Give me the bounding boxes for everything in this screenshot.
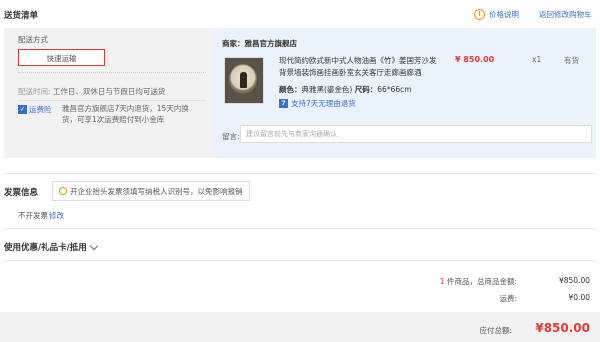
divider [18, 100, 206, 101]
goods-total-value: ¥850.00 [558, 276, 590, 285]
invoice-value: 不开发票 [18, 211, 48, 220]
info-icon: ! [474, 9, 485, 20]
coupon-title: 使用优惠/礼品卡/抵用 [4, 243, 87, 253]
shipping-time-value: 工作日、双休日与节假日均可送货 [52, 87, 166, 96]
shipping-fee-value: ¥0.00 [568, 293, 590, 302]
seller-name: 商家：雅昌官方旗舰店 [222, 39, 297, 48]
shipping-fee-label: 运费: [499, 294, 517, 303]
divider [4, 228, 596, 229]
stock-status: 有货 [564, 56, 579, 65]
price-help-link[interactable]: ! 价格说明 [474, 9, 519, 20]
payable-label: 应付总额: [479, 326, 512, 335]
divider [18, 72, 206, 73]
yunfeixian-link[interactable]: ✓ 运费险 [18, 104, 52, 115]
item-suffix: 件商品，总商品金额: [446, 277, 517, 286]
payable-value: ¥850.00 [535, 321, 590, 335]
price-help-label: 价格说明 [489, 10, 519, 19]
page-title: 送货清单 [4, 11, 39, 21]
return-label: 支持7天无理由退货 [291, 99, 356, 108]
item-count: 1 [439, 277, 445, 286]
spec-color: 典雅黑(鎏金色) [301, 85, 353, 94]
note-label: 留言: [222, 132, 240, 141]
goods-total-label: 1 件商品，总商品金额: [440, 276, 517, 287]
shipping-label: 配送方式 [18, 35, 48, 44]
shipping-time: 配送时间: 工作日、双休日与节假日均可送货 [18, 86, 165, 97]
yunfeixian-label: 运费险 [29, 105, 52, 114]
product-thumbnail[interactable] [224, 57, 264, 104]
shipping-method-button[interactable]: 快速运输 [18, 49, 105, 66]
shield-icon: ✓ [18, 105, 27, 114]
chevron-down-icon [89, 241, 98, 250]
invoice-edit-link[interactable]: 修改 [49, 210, 64, 221]
coupon-toggle[interactable]: 使用优惠/礼品卡/抵用 [4, 241, 98, 253]
spec-size-key: 尺码： [354, 85, 378, 94]
product-name[interactable]: 现代简约欧式新中式人物油画《竹》姜国芳沙发背景墙装饰画挂画卧室玄关客厅走廊画廊酒 [279, 55, 439, 79]
invoice-tip: 开企业抬头发票须填写纳税人识别号，以免影响报销 [52, 181, 250, 201]
divider [4, 260, 596, 261]
lightbulb-icon [59, 187, 67, 195]
product-quantity: x1 [532, 55, 542, 64]
product-spec: 颜色：典雅黑(鎏金色) 尺码：66*66cm [279, 84, 412, 95]
product-price: ¥ 850.00 [455, 55, 495, 64]
spec-color-key: 颜色： [279, 85, 302, 94]
yunfeixian-desc: 雅昌官方旗舰店7天内退货，15天内换货，可享1次运费赔付到小金库 [62, 104, 189, 124]
note-input[interactable] [240, 125, 592, 143]
spec-size: 66*66cm [377, 85, 412, 94]
invoice-tip-text: 开企业抬头发票须填写纳税人识别号，以免影响报销 [70, 186, 243, 196]
seven-day-badge-icon: 7 [279, 99, 288, 108]
return-policy: 7 支持7天无理由退货 [279, 98, 356, 109]
back-to-cart-link[interactable]: 返回修改购物车 [539, 9, 592, 20]
painting-figure [240, 72, 247, 88]
divider [4, 173, 596, 174]
invoice-title: 发票信息 [4, 188, 39, 198]
shipping-time-key: 配送时间: [18, 87, 51, 96]
